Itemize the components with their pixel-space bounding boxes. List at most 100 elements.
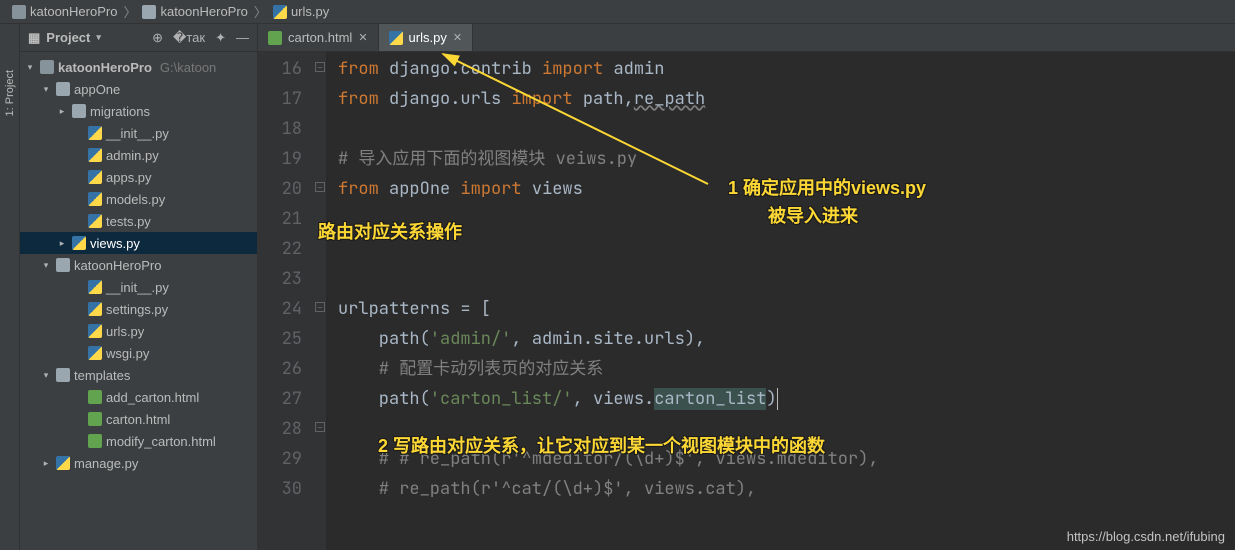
tree-label: settings.py bbox=[106, 302, 168, 317]
line-number: 23 bbox=[258, 264, 302, 294]
line-number: 18 bbox=[258, 114, 302, 144]
python-icon bbox=[88, 346, 102, 360]
tree-label: modify_carton.html bbox=[106, 434, 216, 449]
tree-file[interactable]: apps.py bbox=[20, 166, 257, 188]
code-content[interactable]: from django.contrib import admin from dj… bbox=[326, 52, 1235, 550]
line-number: 24 bbox=[258, 294, 302, 324]
python-icon bbox=[88, 214, 102, 228]
annotation-2: 路由对应关系操作 bbox=[318, 218, 462, 244]
tree-file[interactable]: __init__.py bbox=[20, 276, 257, 298]
breadcrumb-root[interactable]: katoonHeroPro bbox=[8, 4, 121, 19]
python-icon bbox=[88, 170, 102, 184]
tree-file-manage[interactable]: ▸ manage.py bbox=[20, 452, 257, 474]
line-number: 26 bbox=[258, 354, 302, 384]
gutter: 16 17 18 19 20 21 22 23 24 25 26 27 28 2… bbox=[258, 52, 314, 550]
tree-label: urls.py bbox=[106, 324, 144, 339]
tree-file[interactable]: wsgi.py bbox=[20, 342, 257, 364]
chevron-down-icon[interactable]: ▾ bbox=[40, 84, 52, 95]
chevron-right-icon: 〉 bbox=[254, 2, 267, 21]
line-number: 21 bbox=[258, 204, 302, 234]
annotation-1-line1: 1 确定应用中的views.py bbox=[728, 174, 926, 200]
python-icon bbox=[273, 5, 287, 19]
python-icon bbox=[88, 280, 102, 294]
tree-root[interactable]: ▾ katoonHeroPro G:\katoon bbox=[20, 56, 257, 78]
tree-label: models.py bbox=[106, 192, 165, 207]
chevron-right-icon: 〉 bbox=[123, 2, 136, 21]
crumb-label: katoonHeroPro bbox=[160, 4, 247, 19]
line-number: 30 bbox=[258, 474, 302, 504]
tree-label: katoonHeroPro bbox=[74, 258, 161, 273]
tree-file[interactable]: carton.html bbox=[20, 408, 257, 430]
fold-icon[interactable]: – bbox=[315, 302, 325, 312]
close-icon[interactable]: ✕ bbox=[453, 31, 462, 44]
project-tree[interactable]: ▾ katoonHeroPro G:\katoon ▾ appOne ▸ mig… bbox=[20, 52, 257, 478]
collapse-icon[interactable]: �так bbox=[173, 30, 205, 46]
folder-icon bbox=[56, 368, 70, 382]
fold-strip: – – – – bbox=[314, 52, 326, 550]
tool-window-tab-strip: 1: Project bbox=[0, 24, 20, 550]
tree-file[interactable]: tests.py bbox=[20, 210, 257, 232]
tree-folder-pkg[interactable]: ▾ katoonHeroPro bbox=[20, 254, 257, 276]
code-area[interactable]: 16 17 18 19 20 21 22 23 24 25 26 27 28 2… bbox=[258, 52, 1235, 550]
breadcrumb-file[interactable]: urls.py bbox=[269, 4, 333, 19]
tree-file[interactable]: modify_carton.html bbox=[20, 430, 257, 452]
close-icon[interactable]: ✕ bbox=[358, 31, 367, 44]
line-number: 25 bbox=[258, 324, 302, 354]
crumb-label: urls.py bbox=[291, 4, 329, 19]
fold-icon[interactable]: – bbox=[315, 422, 325, 432]
tree-label: tests.py bbox=[106, 214, 151, 229]
chevron-right-icon[interactable]: ▸ bbox=[56, 238, 68, 249]
chevron-right-icon[interactable]: ▸ bbox=[40, 458, 52, 469]
tree-label: carton.html bbox=[106, 412, 170, 427]
gear-icon[interactable]: ✦ bbox=[215, 30, 226, 46]
tree-label: __init__.py bbox=[106, 126, 169, 141]
folder-icon bbox=[56, 82, 70, 96]
editor-tabs: carton.html ✕ urls.py ✕ bbox=[258, 24, 1235, 52]
line-number: 16 bbox=[258, 54, 302, 84]
folder-icon bbox=[12, 5, 26, 19]
tab-carton-html[interactable]: carton.html ✕ bbox=[258, 24, 379, 51]
chevron-down-icon[interactable]: ▾ bbox=[40, 260, 52, 271]
chevron-down-icon[interactable]: ▾ bbox=[40, 370, 52, 381]
tree-label: add_carton.html bbox=[106, 390, 199, 405]
tree-file[interactable]: add_carton.html bbox=[20, 386, 257, 408]
chevron-right-icon[interactable]: ▸ bbox=[56, 106, 68, 117]
breadcrumb: katoonHeroPro 〉 katoonHeroPro 〉 urls.py bbox=[0, 0, 1235, 24]
tool-window-header: ▦ Project ▾ ⊕ �так ✦ — bbox=[20, 24, 257, 52]
annotation-3: 2 写路由对应关系，让它对应到某一个视图模块中的函数 bbox=[378, 432, 825, 458]
html-icon bbox=[88, 390, 102, 404]
tree-file[interactable]: urls.py bbox=[20, 320, 257, 342]
watermark: https://blog.csdn.net/ifubing bbox=[1067, 529, 1225, 544]
locate-icon[interactable]: ⊕ bbox=[152, 30, 163, 46]
python-icon bbox=[88, 302, 102, 316]
html-icon bbox=[88, 412, 102, 426]
tree-label: templates bbox=[74, 368, 130, 383]
tree-label: manage.py bbox=[74, 456, 138, 471]
tree-file[interactable]: settings.py bbox=[20, 298, 257, 320]
python-icon bbox=[389, 31, 403, 45]
breadcrumb-sub[interactable]: katoonHeroPro bbox=[138, 4, 251, 19]
tree-label: views.py bbox=[90, 236, 140, 251]
tree-label: __init__.py bbox=[106, 280, 169, 295]
tree-folder-appone[interactable]: ▾ appOne bbox=[20, 78, 257, 100]
tree-file[interactable]: models.py bbox=[20, 188, 257, 210]
tool-window-title: Project bbox=[46, 30, 90, 45]
fold-icon[interactable]: – bbox=[315, 182, 325, 192]
project-tool-tab[interactable]: 1: Project bbox=[4, 64, 16, 122]
tree-label: katoonHeroPro bbox=[58, 60, 152, 75]
html-icon bbox=[268, 31, 282, 45]
tree-file[interactable]: __init__.py bbox=[20, 122, 257, 144]
fold-icon[interactable]: – bbox=[315, 62, 325, 72]
tree-file[interactable]: admin.py bbox=[20, 144, 257, 166]
tree-file-views[interactable]: ▸ views.py bbox=[20, 232, 257, 254]
chevron-down-icon[interactable]: ▾ bbox=[24, 62, 36, 73]
folder-icon bbox=[72, 104, 86, 118]
tree-folder-migrations[interactable]: ▸ migrations bbox=[20, 100, 257, 122]
line-number: 28 bbox=[258, 414, 302, 444]
hide-icon[interactable]: — bbox=[236, 30, 249, 46]
tree-folder-templates[interactable]: ▾ templates bbox=[20, 364, 257, 386]
chevron-down-icon[interactable]: ▾ bbox=[96, 32, 101, 43]
tab-label: carton.html bbox=[288, 30, 352, 45]
python-icon bbox=[88, 148, 102, 162]
tab-urls-py[interactable]: urls.py ✕ bbox=[379, 24, 474, 51]
